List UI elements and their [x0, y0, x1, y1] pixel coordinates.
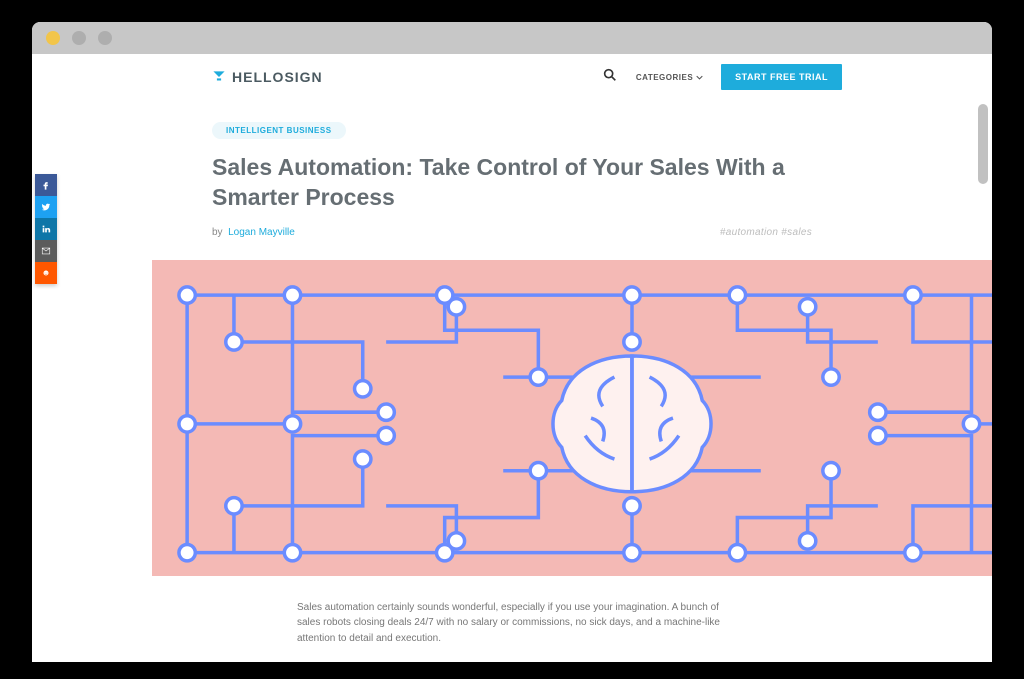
facebook-icon — [41, 180, 51, 190]
scrollbar-thumb[interactable] — [978, 104, 988, 184]
categories-dropdown[interactable]: CATEGORIES — [636, 73, 703, 82]
reddit-icon — [41, 268, 51, 278]
brand-logo-icon — [212, 70, 226, 84]
start-free-trial-button[interactable]: START FREE TRIAL — [721, 64, 842, 90]
window-control-close[interactable] — [46, 31, 60, 45]
article-tags: #automation #sales — [720, 227, 812, 238]
article-header: INTELLIGENT BUSINESS Sales Automation: T… — [32, 100, 992, 250]
brand-text: HELLOSIGN — [232, 69, 323, 85]
brand[interactable]: HELLOSIGN — [212, 69, 323, 85]
article-title: Sales Automation: Take Control of Your S… — [212, 153, 812, 213]
share-twitter[interactable] — [35, 196, 57, 218]
window-control-max[interactable] — [98, 31, 112, 45]
share-linkedin[interactable] — [35, 218, 57, 240]
browser-window: HELLOSIGN CATEGORIES START FREE TRIAL IN… — [32, 22, 992, 662]
page-viewport: HELLOSIGN CATEGORIES START FREE TRIAL IN… — [32, 54, 992, 662]
linkedin-icon — [41, 224, 51, 234]
twitter-icon — [41, 202, 51, 212]
hero-illustration — [32, 260, 992, 576]
category-tag[interactable]: INTELLIGENT BUSINESS — [212, 122, 346, 139]
share-email[interactable] — [35, 240, 57, 262]
share-sidebar — [35, 174, 57, 284]
byline: by Logan Mayville — [212, 227, 295, 238]
circuit-brain-svg — [152, 260, 992, 576]
site-header: HELLOSIGN CATEGORIES START FREE TRIAL — [32, 54, 992, 100]
categories-label: CATEGORIES — [636, 73, 693, 82]
share-facebook[interactable] — [35, 174, 57, 196]
window-titlebar — [32, 22, 992, 54]
share-reddit[interactable] — [35, 262, 57, 284]
article-meta: by Logan Mayville #automation #sales — [212, 227, 812, 238]
email-icon — [41, 246, 51, 256]
author-link[interactable]: Logan Mayville — [228, 227, 295, 238]
header-right: CATEGORIES START FREE TRIAL — [602, 64, 842, 90]
article-body-paragraph: Sales automation certainly sounds wonder… — [297, 600, 727, 647]
window-control-min[interactable] — [72, 31, 86, 45]
chevron-down-icon — [696, 74, 703, 81]
search-icon[interactable] — [602, 67, 618, 88]
